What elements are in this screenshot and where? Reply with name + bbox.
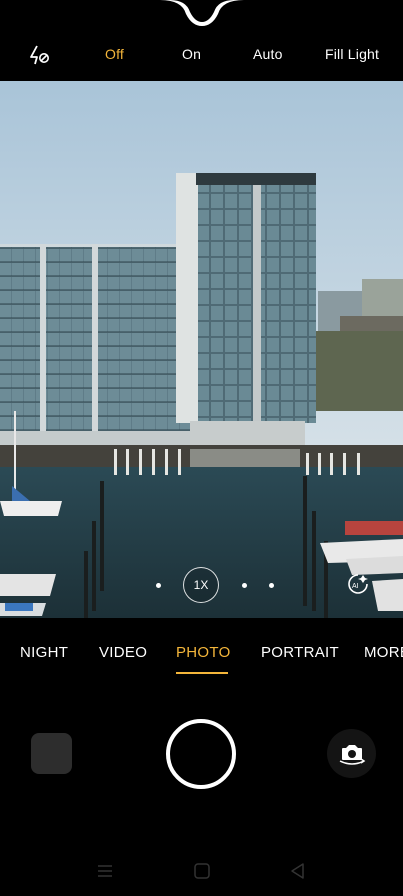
viewfinder-scene [0,81,403,618]
mode-more[interactable]: MORE [364,644,403,661]
zoom-dot[interactable] [156,583,161,588]
notch-shape [0,0,403,30]
ai-scene-icon[interactable]: AI [347,573,369,595]
flash-option-fill-light[interactable]: Fill Light [325,46,379,62]
flash-off-icon[interactable] [28,43,52,67]
flash-option-auto[interactable]: Auto [253,46,283,62]
camera-switch-button[interactable] [327,729,376,778]
zoom-dot[interactable] [269,583,274,588]
mode-photo[interactable]: PHOTO [176,644,231,661]
mode-portrait[interactable]: PORTRAIT [261,644,339,661]
camera-switch-icon [339,744,365,765]
mode-selector: NIGHT VIDEO PHOTO PORTRAIT MORE [0,618,403,686]
mode-night[interactable]: NIGHT [20,644,68,661]
active-mode-indicator [176,672,228,674]
mode-video[interactable]: VIDEO [99,644,147,661]
zoom-button[interactable]: 1X [183,567,219,603]
gallery-thumbnail[interactable] [31,733,72,774]
menu-icon[interactable] [96,862,114,880]
shutter-button[interactable] [166,719,236,789]
zoom-dot[interactable] [242,583,247,588]
home-icon[interactable] [193,862,211,880]
back-icon[interactable] [289,862,307,880]
camera-viewfinder[interactable] [0,81,403,618]
flash-option-off[interactable]: Off [105,46,124,62]
svg-text:AI: AI [352,583,359,590]
flash-option-on[interactable]: On [182,46,201,62]
zoom-label: 1X [193,578,209,592]
